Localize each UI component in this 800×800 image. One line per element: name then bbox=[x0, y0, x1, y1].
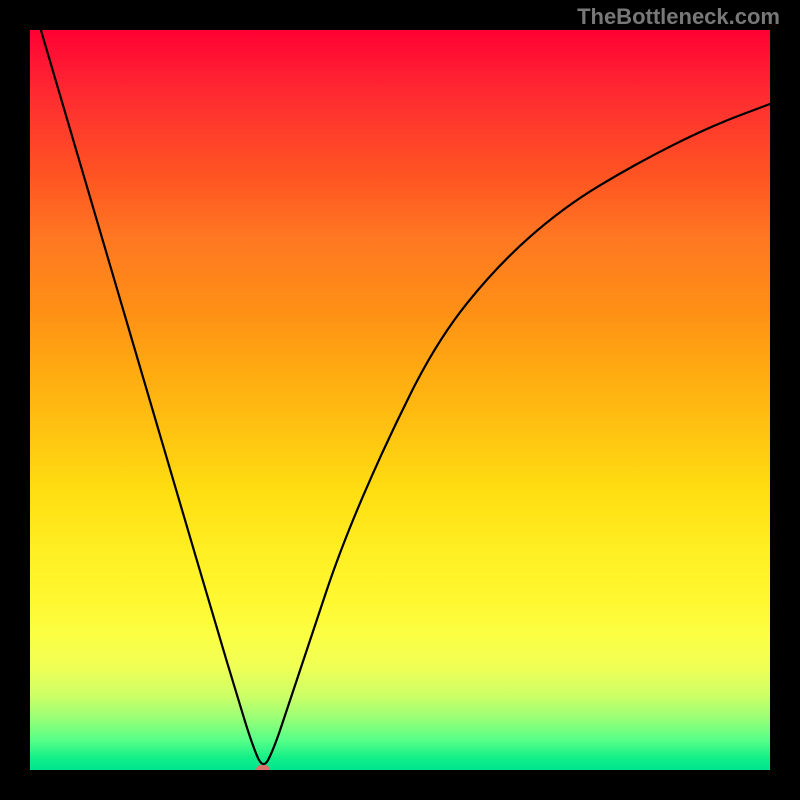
chart-plot-area bbox=[30, 30, 770, 770]
chart-curve-path bbox=[30, 30, 770, 764]
chart-marker-dot bbox=[256, 765, 270, 770]
chart-curve-svg bbox=[30, 30, 770, 770]
watermark-text: TheBottleneck.com bbox=[577, 4, 780, 30]
